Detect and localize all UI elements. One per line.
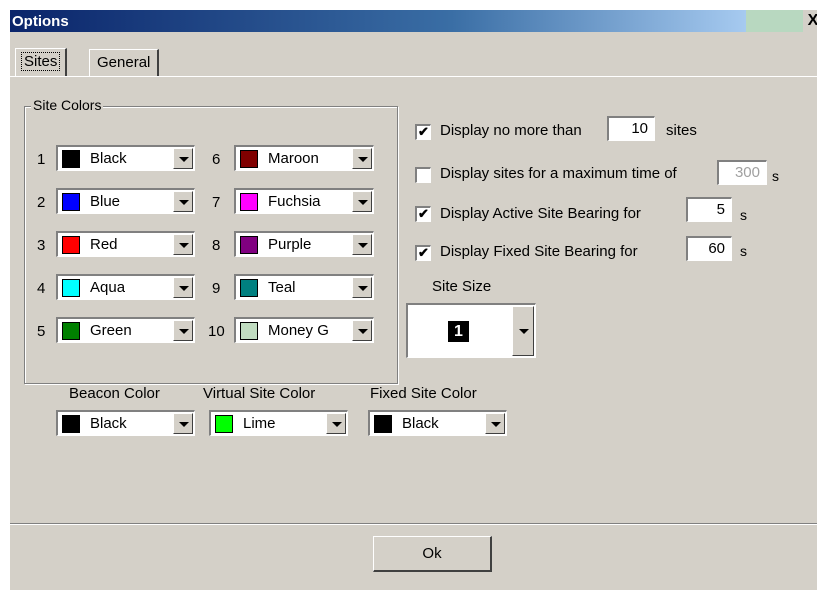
chevron-down-icon[interactable] [173,234,193,255]
chevron-down-icon[interactable] [173,191,193,212]
color-swatch [62,236,80,254]
color-swatch [240,193,258,211]
site-color-5-value: Green [90,322,132,339]
site-size-label: Site Size [432,278,492,295]
fixed-bearing-unit: s [740,243,747,259]
title-bar: Options [10,10,746,32]
site-color-4-select[interactable]: Aqua [56,274,195,300]
chevron-down-icon[interactable] [352,234,372,255]
fixed-bearing-checkbox[interactable]: ✔ [415,245,431,261]
max-sites-unit: sites [666,122,697,139]
chevron-down-icon[interactable] [352,320,372,341]
site-color-2-select[interactable]: Blue [56,188,195,214]
site-color-number: 3 [37,237,46,254]
site-color-7-select[interactable]: Fuchsia [234,188,374,214]
max-sites-input[interactable]: 10 [607,116,655,141]
site-color-8-value: Purple [268,236,312,253]
site-color-9-select[interactable]: Teal [234,274,374,300]
site-color-2-value: Blue [90,193,121,210]
chevron-down-icon[interactable] [352,277,372,298]
chevron-down-icon[interactable] [173,413,193,434]
chevron-down-icon[interactable] [352,148,372,169]
beacon-color-label: Beacon Color [69,385,160,402]
chevron-down-icon[interactable] [512,306,534,356]
chevron-down-icon[interactable] [352,191,372,212]
site-color-number: 4 [37,280,46,297]
fixed-bearing-label: Display Fixed Site Bearing for [440,243,638,260]
site-color-number: 8 [212,237,221,254]
active-bearing-checkbox[interactable]: ✔ [415,206,431,222]
max-sites-checkbox[interactable]: ✔ [415,124,431,140]
chevron-down-icon[interactable] [326,413,346,434]
color-swatch [240,322,258,340]
site-color-7-value: Fuchsia [268,193,321,210]
tab-general[interactable]: General [89,49,160,76]
tab-general-label: General [97,54,151,71]
chevron-down-icon[interactable] [173,320,193,341]
options-dialog: Options X Sites General Site Colors 1 Bl… [10,10,817,590]
site-color-5-select[interactable]: Green [56,317,195,343]
color-swatch [62,193,80,211]
virtual-site-color-value: Lime [243,415,276,432]
virtual-site-color-select[interactable]: Lime [209,410,348,436]
color-swatch [240,150,258,168]
max-time-checkbox[interactable] [415,167,431,183]
color-swatch [62,279,80,297]
site-color-number: 5 [37,323,46,340]
site-color-8-select[interactable]: Purple [234,231,374,257]
site-colors-legend: Site Colors [31,97,104,113]
window-title: Options [12,13,69,30]
color-swatch [62,415,80,433]
fixed-site-color-value: Black [402,415,439,432]
site-color-10-value: Money G [268,322,329,339]
fixed-bearing-input[interactable]: 60 [686,236,732,261]
chevron-down-icon[interactable] [173,148,193,169]
site-color-number: 10 [208,323,225,340]
active-bearing-input[interactable]: 5 [686,197,732,222]
site-color-number: 6 [212,151,221,168]
beacon-color-select[interactable]: Black [56,410,195,436]
fixed-site-color-select[interactable]: Black [368,410,507,436]
color-swatch [374,415,392,433]
max-time-input[interactable]: 300 [717,160,767,185]
separator [10,524,817,525]
site-color-1-select[interactable]: Black [56,145,195,171]
color-swatch [240,236,258,254]
close-button[interactable]: X [803,10,817,32]
active-bearing-label: Display Active Site Bearing for [440,205,641,222]
beacon-color-value: Black [90,415,127,432]
site-color-number: 7 [212,194,221,211]
fixed-site-color-label: Fixed Site Color [370,385,477,402]
site-color-3-value: Red [90,236,118,253]
ok-button[interactable]: Ok [373,536,492,572]
site-size-select[interactable]: 1 [406,303,536,358]
site-color-6-value: Maroon [268,150,319,167]
site-color-number: 1 [37,151,46,168]
tab-panel-border [10,76,817,77]
max-time-unit: s [772,168,779,184]
site-color-9-value: Teal [268,279,296,296]
site-color-1-value: Black [90,150,127,167]
site-size-value: 1 [448,321,469,342]
chevron-down-icon[interactable] [485,413,505,434]
max-time-label: Display sites for a maximum time of [440,165,677,182]
site-color-6-select[interactable]: Maroon [234,145,374,171]
color-swatch [240,279,258,297]
color-swatch [62,322,80,340]
max-sites-label: Display no more than [440,122,582,139]
virtual-site-color-label: Virtual Site Color [203,385,316,402]
site-color-4-value: Aqua [90,279,126,296]
color-swatch [62,150,80,168]
chevron-down-icon[interactable] [173,277,193,298]
tab-sites[interactable]: Sites [15,48,68,77]
site-color-10-select[interactable]: Money G [234,317,374,343]
site-color-number: 9 [212,280,221,297]
site-color-number: 2 [37,194,46,211]
tab-sites-label: Sites [21,52,61,71]
site-color-3-select[interactable]: Red [56,231,195,257]
active-bearing-unit: s [740,207,747,223]
color-swatch [215,415,233,433]
